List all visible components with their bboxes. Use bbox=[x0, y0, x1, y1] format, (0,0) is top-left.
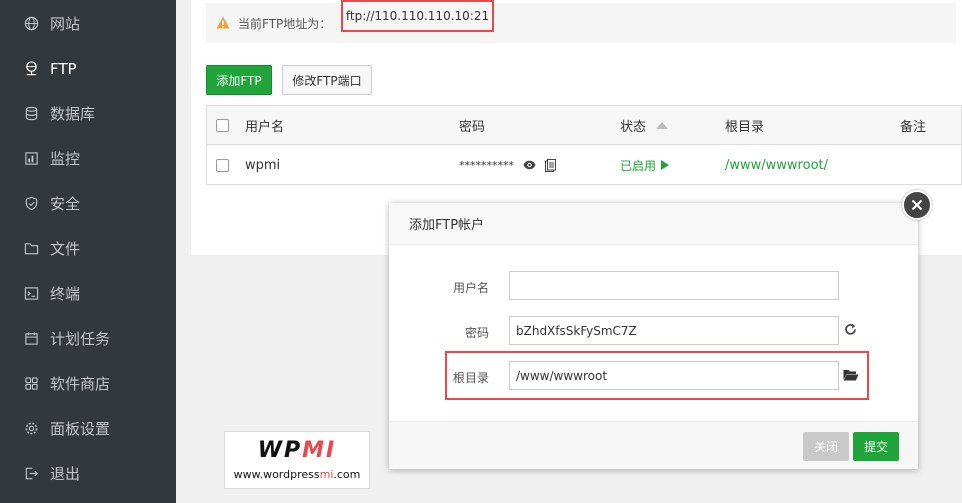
shield-icon bbox=[24, 196, 39, 211]
row-username: wpmi bbox=[245, 157, 281, 173]
sidebar-item-website[interactable]: 网站 bbox=[0, 1, 176, 46]
username-label: 用户名 bbox=[452, 281, 489, 295]
sidebar-item-security[interactable]: 安全 bbox=[0, 181, 176, 226]
sidebar: 网站 FTP 数据库 监控 安全 文件 终端 计划任务 软件商店 面板设置 退出 bbox=[0, 0, 176, 503]
watermark-url: www.wordpressmi.com bbox=[225, 468, 369, 481]
sidebar-item-ftp[interactable]: FTP bbox=[0, 46, 176, 91]
url-part-2: mi bbox=[319, 468, 334, 481]
folder-icon bbox=[24, 241, 39, 256]
sidebar-item-label: 退出 bbox=[50, 465, 81, 483]
cancel-button[interactable]: 关闭 bbox=[803, 432, 849, 461]
sidebar-item-label: 监控 bbox=[50, 150, 81, 168]
sidebar-item-label: 文件 bbox=[50, 240, 81, 258]
sidebar-item-label: 数据库 bbox=[50, 105, 96, 123]
gear-icon bbox=[24, 421, 39, 436]
sidebar-item-settings[interactable]: 面板设置 bbox=[0, 406, 176, 451]
ftp-table: 用户名 密码 状态 根目录 备注 wpmi ********** 已启用 /ww… bbox=[206, 105, 962, 185]
url-part-3: .com bbox=[333, 468, 361, 481]
wpmi-watermark: WPMI www.wordpressmi.com bbox=[224, 431, 370, 489]
add-ftp-button[interactable]: 添加FTP bbox=[206, 65, 272, 95]
apps-icon bbox=[24, 376, 39, 391]
sidebar-item-database[interactable]: 数据库 bbox=[0, 91, 176, 136]
change-ftp-port-button[interactable]: 修改FTP端口 bbox=[282, 65, 372, 95]
globe-icon bbox=[24, 16, 39, 31]
sidebar-item-label: 面板设置 bbox=[50, 420, 111, 438]
dialog-title: 添加FTP帐户 bbox=[389, 203, 918, 245]
calendar-icon bbox=[24, 331, 39, 346]
sidebar-item-label: 终端 bbox=[50, 285, 81, 303]
sidebar-item-store[interactable]: 软件商店 bbox=[0, 361, 176, 406]
root-dir-input[interactable] bbox=[509, 361, 839, 390]
logo-part-1: WP bbox=[257, 438, 303, 463]
col-username: 用户名 bbox=[245, 119, 285, 135]
terminal-icon bbox=[24, 286, 39, 301]
show-password-icon[interactable] bbox=[523, 145, 536, 185]
database-icon bbox=[24, 106, 39, 121]
root-label: 根目录 bbox=[452, 371, 489, 385]
watermark-logo: WPMI bbox=[225, 438, 369, 463]
row-password: ********** bbox=[459, 158, 514, 172]
col-password: 密码 bbox=[459, 119, 486, 135]
col-note: 备注 bbox=[900, 119, 927, 135]
ftp-address: ftp://110.110.110.10:21 bbox=[341, 0, 494, 32]
notice-label: 当前FTP地址为： bbox=[238, 17, 332, 31]
sidebar-item-files[interactable]: 文件 bbox=[0, 226, 176, 271]
sidebar-item-label: 网站 bbox=[50, 15, 81, 33]
sidebar-item-logout[interactable]: 退出 bbox=[0, 451, 176, 496]
logout-icon bbox=[24, 466, 39, 481]
row-status-toggle[interactable]: 已启用 bbox=[620, 145, 670, 185]
dialog-footer: 关闭 提交 bbox=[389, 421, 918, 469]
close-icon bbox=[911, 199, 923, 211]
password-input[interactable] bbox=[509, 316, 839, 345]
play-icon bbox=[661, 160, 670, 170]
folder-open-icon[interactable] bbox=[843, 369, 859, 385]
sidebar-item-label: 软件商店 bbox=[50, 375, 111, 393]
refresh-icon[interactable] bbox=[844, 323, 857, 340]
col-root: 根目录 bbox=[725, 119, 765, 135]
monitor-icon bbox=[24, 151, 39, 166]
col-status[interactable]: 状态 bbox=[620, 106, 669, 144]
sidebar-item-monitor[interactable]: 监控 bbox=[0, 136, 176, 181]
sort-asc-icon bbox=[656, 121, 669, 129]
row-status: 已启用 bbox=[620, 158, 657, 173]
warning-icon bbox=[216, 16, 230, 29]
table-header: 用户名 密码 状态 根目录 备注 bbox=[207, 106, 961, 145]
submit-button[interactable]: 提交 bbox=[853, 432, 899, 461]
dialog-close-button[interactable] bbox=[902, 190, 932, 220]
logo-part-2: MI bbox=[302, 438, 337, 463]
sidebar-item-label: 安全 bbox=[50, 195, 81, 213]
ftp-icon bbox=[24, 61, 39, 76]
password-label: 密码 bbox=[464, 326, 489, 340]
ftp-address-notice: 当前FTP地址为： ftp://110.110.110.10:21 bbox=[206, 0, 956, 43]
url-part-1: www.wordpress bbox=[233, 468, 320, 481]
sidebar-item-cron[interactable]: 计划任务 bbox=[0, 316, 176, 361]
sidebar-item-label: 计划任务 bbox=[50, 330, 111, 348]
row-root-link[interactable]: /www/wwwroot/ bbox=[725, 145, 828, 185]
table-row: wpmi ********** 已启用 /www/wwwroot/ bbox=[207, 145, 961, 185]
select-all-checkbox[interactable] bbox=[216, 118, 229, 132]
copy-password-icon[interactable] bbox=[545, 145, 556, 185]
username-input[interactable] bbox=[509, 271, 839, 300]
sidebar-item-label: FTP bbox=[50, 59, 77, 78]
add-ftp-dialog: 添加FTP帐户 用户名 密码 根目录 关闭 提交 bbox=[389, 190, 932, 469]
row-checkbox[interactable] bbox=[216, 158, 229, 172]
col-status-label: 状态 bbox=[620, 119, 647, 135]
sidebar-item-terminal[interactable]: 终端 bbox=[0, 271, 176, 316]
